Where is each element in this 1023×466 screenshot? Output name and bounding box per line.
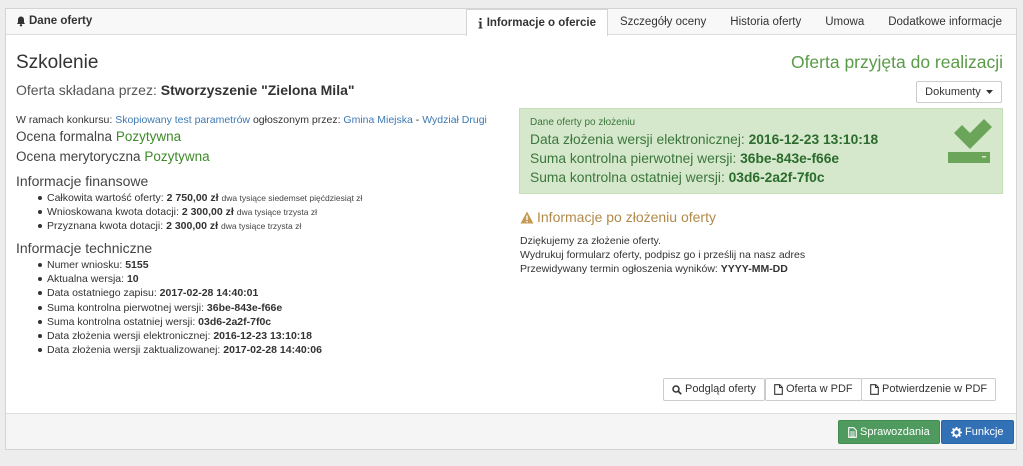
after-submit-info: Dziękujemy za złożenie oferty. Wydrukuj … <box>520 234 805 276</box>
bell-icon <box>16 16 26 27</box>
technical-list: Numer wniosku: 5155 Aktualna wersja: 10 … <box>38 258 322 357</box>
list-item: Data ostatniego zapisu: 2017-02-28 14:40… <box>38 286 322 300</box>
offer-pdf-label: Oferta w PDF <box>786 383 853 395</box>
warning-icon <box>520 211 534 224</box>
panel-footer: Sprawozdania Funkcje <box>6 413 1016 449</box>
list-item: Suma kontrolna pierwotnej wersji: 36be-8… <box>38 301 322 315</box>
list-item: Przyznana kwota dotacji: 2 300,00 zł dwa… <box>37 219 362 233</box>
panel-title: Dane oferty <box>16 15 92 27</box>
info-icon <box>478 17 483 29</box>
tab-offer-history[interactable]: Historia oferty <box>718 9 813 35</box>
after-submit-line1: Dziękujemy za złożenie oferty. <box>520 235 662 247</box>
caret-down-icon <box>985 90 993 95</box>
documents-dropdown-button[interactable]: Dokumenty <box>916 81 1002 103</box>
offer-status: Oferta przyjęta do realizacji <box>790 52 1003 72</box>
functions-label: Funkcje <box>965 426 1004 438</box>
list-item: Data złożenia wersji elektronicznej: 201… <box>38 329 322 343</box>
list-item: Data złożenia wersji zaktualizowanej: 20… <box>38 344 322 357</box>
after-submit-line2: Wydrukuj formularz oferty, podpisz go i … <box>520 249 806 261</box>
page-title: Szkolenie <box>16 52 99 73</box>
offer-pdf-button[interactable]: Oferta w PDF <box>765 378 862 401</box>
department-link[interactable]: Wydział Drugi <box>422 114 487 126</box>
submitter-name: Stworzyszenie "Zielona Mila" <box>160 82 355 98</box>
after-submit-line3: Przewidywany termin ogłoszenia wyników: … <box>520 263 788 275</box>
submitted-check-icon <box>948 119 996 165</box>
documents-button-label: Dokumenty <box>925 86 981 98</box>
tab-contract[interactable]: Umowa <box>813 9 876 35</box>
panel-title-text: Dane oferty <box>29 15 93 27</box>
list-item: Wnioskowana kwota dotacji: 2 300,00 zł d… <box>37 205 362 219</box>
gear-icon <box>951 426 962 438</box>
after-submit-heading-text: Informacje po złożeniu oferty <box>537 209 716 225</box>
offer-panel: Dane oferty Informacje o ofercie Szczegó… <box>5 8 1017 450</box>
functions-button[interactable]: Funkcje <box>941 420 1014 444</box>
organizer-separator: - <box>415 114 420 126</box>
competition-link[interactable]: Skopiowany test parametrów <box>115 114 250 126</box>
competition-info: W ramach konkursu: Skopiowany test param… <box>16 114 487 126</box>
financial-heading: Informacje finansowe <box>16 173 149 189</box>
financial-list: Całkowita wartość oferty: 2 750,00 zł dw… <box>37 191 363 234</box>
organizer-link[interactable]: Gmina Miejska <box>343 114 412 126</box>
submitted-box-heading: Dane oferty po złożeniu <box>530 117 636 128</box>
formal-value: Pozytywna <box>115 129 182 144</box>
reports-button[interactable]: Sprawozdania <box>838 420 940 444</box>
confirmation-pdf-button[interactable]: Potwierdzenie w PDF <box>861 378 997 401</box>
merit-label: Ocena merytoryczna <box>16 149 141 164</box>
submitted-line: Suma kontrolna pierwotnej wersji: 36be-8… <box>530 151 840 166</box>
tab-additional-info[interactable]: Dodatkowe informacje <box>876 9 1014 35</box>
tab-info-label: Informacje o ofercie <box>486 16 596 29</box>
file-pdf-icon <box>870 384 879 395</box>
tabs: Informacje o ofercie Szczegóły oceny His… <box>465 9 1014 36</box>
confirmation-pdf-label: Potwierdzenie w PDF <box>882 383 988 395</box>
competition-prefix: W ramach konkursu: <box>16 114 113 126</box>
file-pdf-icon <box>774 384 783 395</box>
list-item: Całkowita wartość oferty: 2 750,00 zł dw… <box>37 192 363 204</box>
preview-offer-label: Podgląd oferty <box>685 383 756 395</box>
technical-heading: Informacje techniczne <box>16 240 153 256</box>
submitted-data-box: Dane oferty po złożeniu Data złożenia we… <box>519 108 1003 194</box>
submitter-label: Oferta składana przez: <box>16 82 157 98</box>
submitted-line: Suma kontrolna ostatniej wersji: 03d6-2a… <box>530 170 825 185</box>
search-icon <box>672 384 682 395</box>
panel-header: Dane oferty Informacje o ofercie Szczegó… <box>6 9 1016 36</box>
merit-value: Pozytywna <box>144 149 210 164</box>
list-item: Aktualna wersja: 10 <box>38 272 322 286</box>
submitted-line: Data złożenia wersji elektronicznej: 201… <box>530 132 879 147</box>
submitter: Oferta składana przez: Stworzyszenie "Zi… <box>16 82 355 98</box>
competition-mid: ogłoszonym przez: <box>252 114 341 126</box>
formal-label: Ocena formalna <box>16 129 113 144</box>
file-text-icon <box>848 426 857 438</box>
list-item: Numer wniosku: 5155 <box>38 258 322 272</box>
list-item: Suma kontrolna ostatniej wersji: 03d6-2a… <box>38 315 322 329</box>
reports-label: Sprawozdania <box>860 426 930 438</box>
tab-evaluation-details[interactable]: Szczegóły oceny <box>608 9 718 35</box>
merit-evaluation: Ocena merytoryczna Pozytywna <box>16 149 210 164</box>
formal-evaluation: Ocena formalna Pozytywna <box>16 129 181 144</box>
tab-info[interactable]: Informacje o ofercie <box>465 9 608 36</box>
preview-offer-button[interactable]: Podgląd oferty <box>663 378 765 401</box>
after-submit-heading: Informacje po złożeniu oferty <box>520 209 716 225</box>
